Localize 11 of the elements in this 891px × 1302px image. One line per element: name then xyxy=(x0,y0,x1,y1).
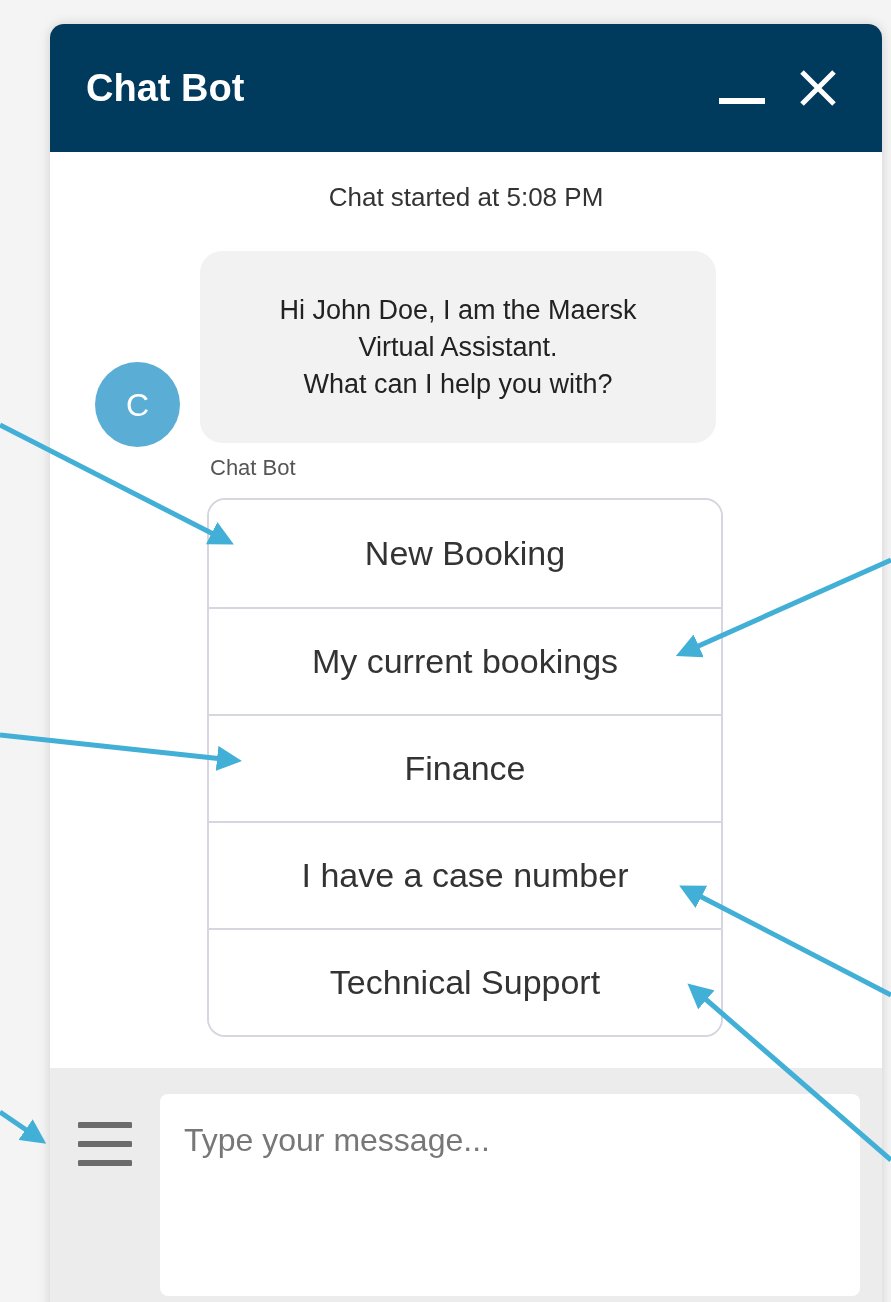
window-title: Chat Bot xyxy=(86,65,246,111)
message-input[interactable]: Type your message... xyxy=(160,1094,860,1296)
bot-avatar: C xyxy=(95,362,180,447)
bot-message: Hi John Doe, I am the Maersk Virtual Assistant. What can I help you with? xyxy=(279,293,637,401)
menu-icon xyxy=(78,1121,132,1167)
sender-name: Chat Bot xyxy=(210,454,296,482)
minimize-icon xyxy=(719,98,765,106)
annotation-arrow xyxy=(0,1109,47,1144)
quick-reply-option[interactable]: Technical Support xyxy=(209,928,721,1035)
close-icon xyxy=(799,69,837,107)
chat-start-time: Chat started at 5:08 PM xyxy=(328,181,604,214)
